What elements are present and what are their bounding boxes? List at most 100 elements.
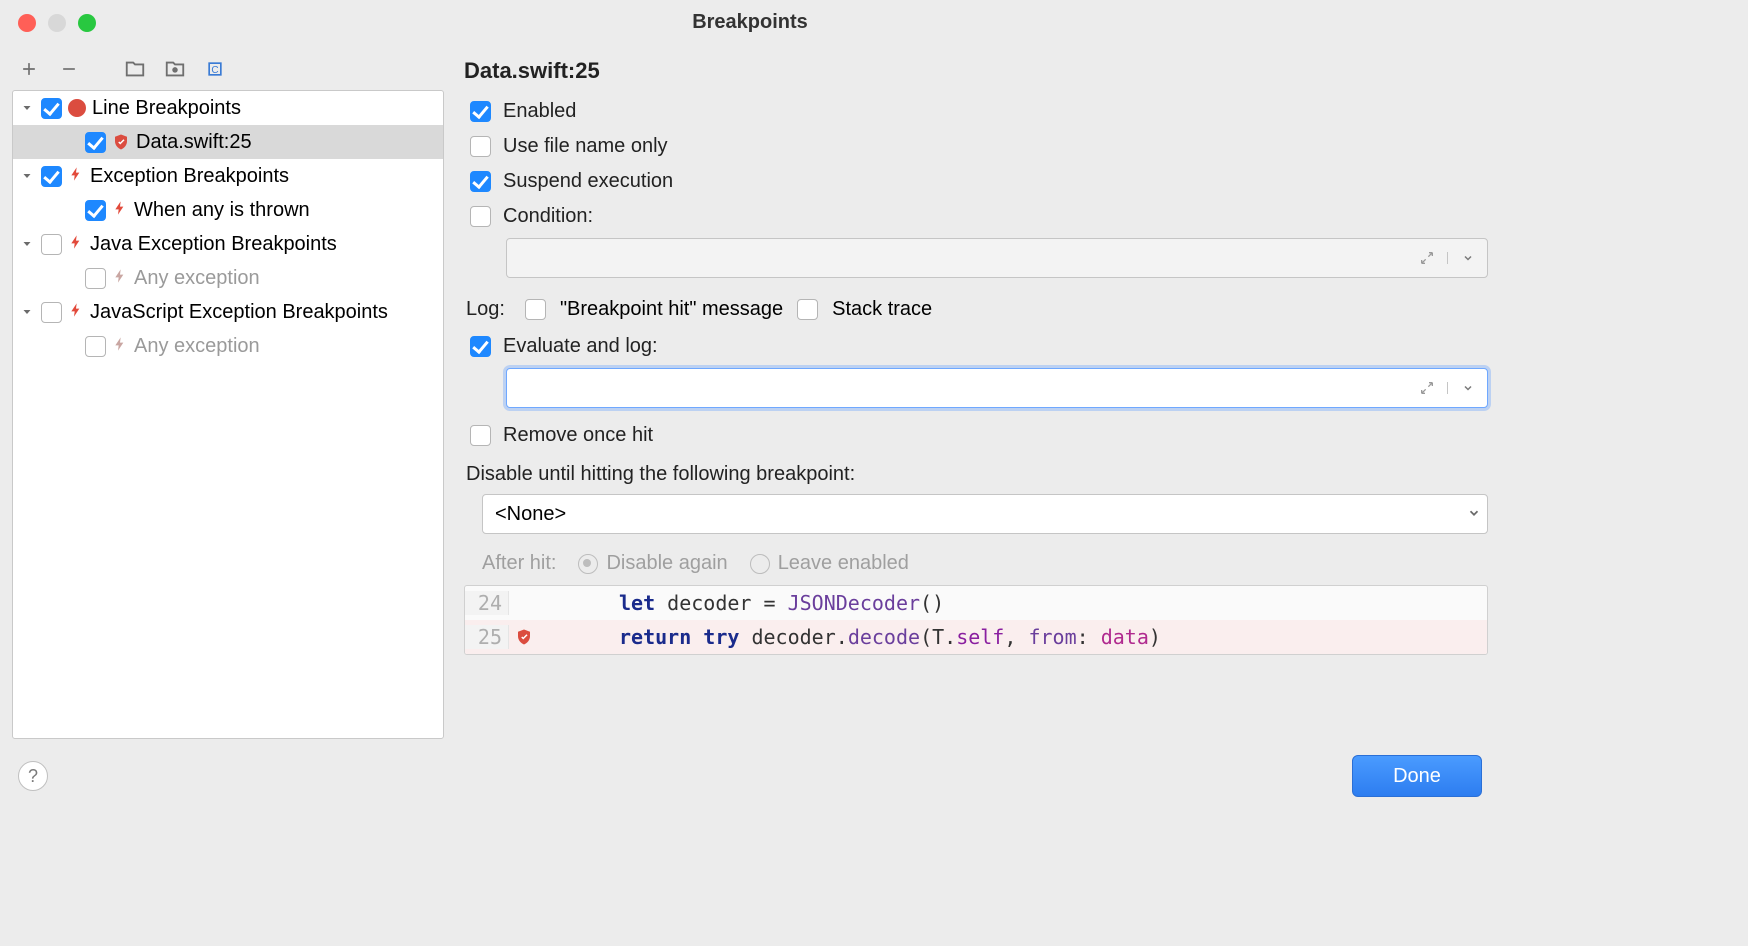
lightning-icon: [112, 335, 128, 358]
chevron-down-icon: [1467, 503, 1481, 526]
condition-input[interactable]: [507, 248, 1407, 269]
code-text: let decoder = JSONDecoder(): [539, 591, 944, 615]
remove-once-checkbox[interactable]: [470, 425, 491, 446]
evaluate-input[interactable]: [507, 378, 1407, 399]
detail-title: Data.swift:25: [464, 58, 1488, 84]
tree-item[interactable]: Data.swift:25: [13, 125, 443, 159]
after-hit-leave-radio[interactable]: [750, 554, 770, 574]
minimize-window-button[interactable]: [48, 14, 66, 32]
evaluate-label: Evaluate and log:: [503, 335, 658, 358]
tree-group[interactable]: JavaScript Exception Breakpoints: [13, 295, 443, 329]
log-stack-checkbox[interactable]: [797, 299, 818, 320]
titlebar: Breakpoints: [0, 0, 1500, 44]
chevron-down-icon[interactable]: [19, 238, 35, 250]
done-button[interactable]: Done: [1352, 755, 1482, 797]
enabled-label: Enabled: [503, 100, 576, 123]
svg-text:C: C: [211, 65, 218, 76]
chevron-down-icon[interactable]: [19, 170, 35, 182]
lightning-icon: [68, 233, 84, 256]
line-number: 24: [465, 591, 509, 615]
tree-group[interactable]: Exception Breakpoints: [13, 159, 443, 193]
code-text: return try decoder.decode(T.self, from: …: [539, 625, 1161, 649]
close-window-button[interactable]: [18, 14, 36, 32]
enabled-checkbox[interactable]: [470, 101, 491, 122]
after-hit-disable-radio[interactable]: [578, 554, 598, 574]
group-checkbox[interactable]: [41, 302, 62, 323]
chevron-down-icon[interactable]: [19, 306, 35, 318]
window-title: Breakpoints: [692, 11, 808, 34]
log-label: Log:: [466, 298, 505, 321]
lightning-icon: [112, 199, 128, 222]
help-button[interactable]: ?: [18, 761, 48, 791]
breakpoint-dot-icon: [68, 99, 86, 117]
group-checkbox[interactable]: [41, 234, 62, 255]
add-breakpoint-button[interactable]: [18, 58, 40, 80]
suspend-checkbox[interactable]: [470, 171, 491, 192]
after-hit-leave-label: Leave enabled: [778, 552, 909, 575]
disable-until-value: <None>: [495, 503, 566, 526]
lightning-icon: [68, 301, 84, 324]
detail-panel: Data.swift:25 Enabled Use file name only…: [458, 54, 1488, 739]
chevron-down-icon[interactable]: [19, 102, 35, 114]
expand-icon[interactable]: [1407, 380, 1447, 396]
tree-item[interactable]: Any exception: [13, 261, 443, 295]
tree-group[interactable]: Java Exception Breakpoints: [13, 227, 443, 261]
group-label: Java Exception Breakpoints: [90, 233, 337, 256]
group-by-package-button[interactable]: [164, 58, 186, 80]
disable-until-label: Disable until hitting the following brea…: [464, 463, 1488, 486]
disable-until-select[interactable]: <None>: [482, 494, 1488, 534]
after-hit-row: After hit: Disable again Leave enabled: [482, 552, 1488, 575]
evaluate-field[interactable]: [506, 368, 1488, 408]
group-by-class-button[interactable]: C: [204, 58, 226, 80]
breakpoint-tree[interactable]: Line Breakpoints Data.swift:25 Exception B…: [12, 90, 444, 739]
item-checkbox[interactable]: [85, 336, 106, 357]
lightning-icon: [112, 267, 128, 290]
after-hit-disable-label: Disable again: [606, 552, 727, 575]
condition-field[interactable]: [506, 238, 1488, 278]
tree-item[interactable]: When any is thrown: [13, 193, 443, 227]
item-checkbox[interactable]: [85, 200, 106, 221]
tree-group[interactable]: Line Breakpoints: [13, 91, 443, 125]
filename-only-checkbox[interactable]: [470, 136, 491, 157]
group-label: JavaScript Exception Breakpoints: [90, 301, 388, 324]
item-label: When any is thrown: [134, 199, 310, 222]
group-checkbox[interactable]: [41, 166, 62, 187]
log-bp-hit-checkbox[interactable]: [525, 299, 546, 320]
condition-checkbox[interactable]: [470, 206, 491, 227]
expand-icon[interactable]: [1407, 250, 1447, 266]
zoom-window-button[interactable]: [78, 14, 96, 32]
dialog-footer: ? Done: [0, 751, 1500, 811]
log-bp-hit-label: "Breakpoint hit" message: [560, 298, 783, 321]
left-column: C Line Breakpoints Data.swift:25 Exception…: [12, 54, 444, 739]
item-label: Any exception: [134, 267, 260, 290]
suspend-label: Suspend execution: [503, 170, 673, 193]
condition-label: Condition:: [503, 205, 593, 228]
remove-once-label: Remove once hit: [503, 424, 653, 447]
item-checkbox[interactable]: [85, 268, 106, 289]
code-preview: 24 let decoder = JSONDecoder() 25 return tr…: [464, 585, 1488, 655]
breakpoint-gutter-icon[interactable]: [509, 628, 539, 646]
breakpoint-shield-icon: [112, 133, 130, 151]
condition-history-button[interactable]: [1447, 252, 1487, 264]
dialog-body: C Line Breakpoints Data.swift:25 Exception…: [0, 44, 1500, 751]
group-checkbox[interactable]: [41, 98, 62, 119]
evaluate-history-button[interactable]: [1447, 382, 1487, 394]
group-label: Exception Breakpoints: [90, 165, 289, 188]
item-label: Any exception: [134, 335, 260, 358]
tree-toolbar: C: [12, 54, 444, 90]
lightning-icon: [68, 165, 84, 188]
tree-item[interactable]: Any exception: [13, 329, 443, 363]
group-by-file-button[interactable]: [124, 58, 146, 80]
traffic-lights: [18, 14, 96, 32]
code-line: 24 let decoder = JSONDecoder(): [465, 586, 1487, 620]
item-label: Data.swift:25: [136, 131, 252, 154]
group-label: Line Breakpoints: [92, 97, 241, 120]
code-line: 25 return try decoder.decode(T.self, from…: [465, 620, 1487, 654]
remove-breakpoint-button[interactable]: [58, 58, 80, 80]
filename-only-label: Use file name only: [503, 135, 668, 158]
log-stack-label: Stack trace: [832, 298, 932, 321]
evaluate-checkbox[interactable]: [470, 336, 491, 357]
item-checkbox[interactable]: [85, 132, 106, 153]
line-number: 25: [465, 625, 509, 649]
after-hit-label: After hit:: [482, 552, 556, 575]
